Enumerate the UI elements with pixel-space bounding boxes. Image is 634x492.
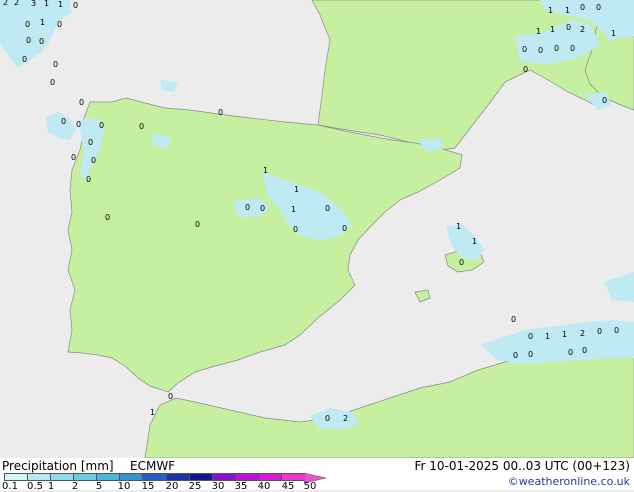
- point-value-label: 2: [343, 414, 348, 423]
- point-value-label: 0: [602, 96, 607, 105]
- point-value-label: 0: [596, 3, 601, 12]
- scale-swatch: [234, 473, 259, 481]
- point-value-label: 3: [31, 0, 36, 8]
- point-value-label: 1: [536, 27, 541, 36]
- point-value-label: 0: [325, 414, 330, 423]
- point-value-label: 0: [293, 225, 298, 234]
- point-value-label: 0: [342, 224, 347, 233]
- point-value-label: 0: [528, 350, 533, 359]
- point-value-label: 0: [61, 117, 66, 126]
- point-value-label: 1: [548, 6, 553, 15]
- credit-link[interactable]: ©weatheronline.co.uk: [508, 475, 630, 488]
- point-value-label: 2: [580, 25, 585, 34]
- point-value-label: 0: [614, 326, 619, 335]
- point-value-label: 0: [218, 108, 223, 117]
- precipitation-map: 22 3 1 1 00 1 00 000000 0 0000000110 0 1 00 00 1100100…: [0, 0, 634, 458]
- point-value-label: 0: [79, 98, 84, 107]
- scale-swatch: [50, 473, 75, 481]
- point-value-label: 1: [40, 18, 45, 27]
- scale-swatch: [280, 473, 305, 481]
- point-value-label: 1: [44, 0, 49, 8]
- point-value-label: 0: [582, 346, 587, 355]
- point-value-label: 0: [39, 37, 44, 46]
- scale-tick-label: 45: [281, 481, 295, 492]
- scale-swatch: [4, 473, 29, 481]
- scale-swatch: [257, 473, 282, 481]
- scale-tick-label: 25: [188, 481, 202, 492]
- point-value-label: 0: [566, 23, 571, 32]
- point-value-label: 0: [580, 3, 585, 12]
- point-value-label: 2: [580, 329, 585, 338]
- point-value-label: 0: [538, 46, 543, 55]
- scale-tick-label: 40: [257, 481, 271, 492]
- legend-title: Precipitation [mm]: [2, 459, 114, 473]
- scale-tick-label: 15: [141, 481, 155, 492]
- point-value-label: 0: [57, 20, 62, 29]
- point-value-label: 1: [150, 408, 155, 417]
- point-value-label: 0: [25, 20, 30, 29]
- scale-tick-label: 35: [234, 481, 248, 492]
- point-value-label: 0: [91, 156, 96, 165]
- point-value-label: 0: [139, 122, 144, 131]
- point-value-label: 0: [522, 45, 527, 54]
- point-value-label: 0: [76, 120, 81, 129]
- scale-swatch: [119, 473, 144, 481]
- point-value-label: 0: [325, 204, 330, 213]
- point-value-label: 0: [26, 36, 31, 45]
- scale-tick-label: 20: [165, 481, 179, 492]
- point-value-label: 2: [3, 0, 8, 7]
- point-value-label: 0: [195, 220, 200, 229]
- point-value-label: 0: [554, 44, 559, 53]
- point-value-label: 0: [523, 65, 528, 74]
- point-value-label: 0: [50, 78, 55, 87]
- point-value-label: 0: [459, 258, 464, 267]
- scale-tick-label: 5: [95, 481, 103, 492]
- point-value-label: 1: [565, 6, 570, 15]
- point-value-label: 0: [513, 351, 518, 360]
- point-value-label: 0: [260, 204, 265, 213]
- scale-swatch: [73, 473, 98, 481]
- scale-tick-label: 0.5: [27, 481, 43, 492]
- scale-swatch: [211, 473, 236, 481]
- point-value-label: 1: [562, 330, 567, 339]
- scale-swatch: [96, 473, 121, 481]
- point-value-label: 0: [73, 1, 78, 10]
- point-value-label: 1: [456, 222, 461, 231]
- point-value-label: 0: [245, 203, 250, 212]
- scale-swatch: [142, 473, 167, 481]
- model-name: ECMWF: [130, 459, 176, 473]
- scale-tick-label: 1: [47, 481, 55, 492]
- scale-swatch: [27, 473, 52, 481]
- point-value-label: 0: [22, 55, 27, 64]
- point-value-label: 1: [58, 0, 63, 9]
- point-value-label: 1: [472, 237, 477, 246]
- point-value-label: 0: [568, 348, 573, 357]
- point-value-label: 0: [88, 138, 93, 147]
- point-value-label: 0: [168, 392, 173, 401]
- point-value-label: 2: [14, 0, 19, 7]
- point-value-label: 0: [71, 153, 76, 162]
- scale-tick-label: 2: [71, 481, 79, 492]
- scale-tick-label: 10: [117, 481, 131, 492]
- point-value-label: 1: [611, 29, 616, 38]
- scale-tick-label: 30: [211, 481, 225, 492]
- point-value-label: 1: [545, 332, 550, 341]
- point-value-label: 1: [294, 185, 299, 194]
- scale-tick-label: 0.1: [2, 481, 18, 492]
- point-value-label: 0: [86, 175, 91, 184]
- scale-tick-label: 50: [303, 481, 317, 492]
- point-value-label: 0: [105, 213, 110, 222]
- point-value-label: 0: [53, 60, 58, 69]
- point-value-label: 1: [291, 205, 296, 214]
- valid-time: Fr 10-01-2025 00..03 UTC (00+123): [414, 459, 630, 473]
- point-value-label: 0: [570, 44, 575, 53]
- point-value-label: 1: [550, 25, 555, 34]
- point-value-label: 0: [511, 315, 516, 324]
- scale-swatch: [165, 473, 190, 481]
- point-value-label: 0: [99, 121, 104, 130]
- point-value-label: 1: [263, 166, 268, 175]
- scale-swatch: [188, 473, 213, 481]
- point-value-label: 0: [597, 327, 602, 336]
- point-value-label: 0: [528, 332, 533, 341]
